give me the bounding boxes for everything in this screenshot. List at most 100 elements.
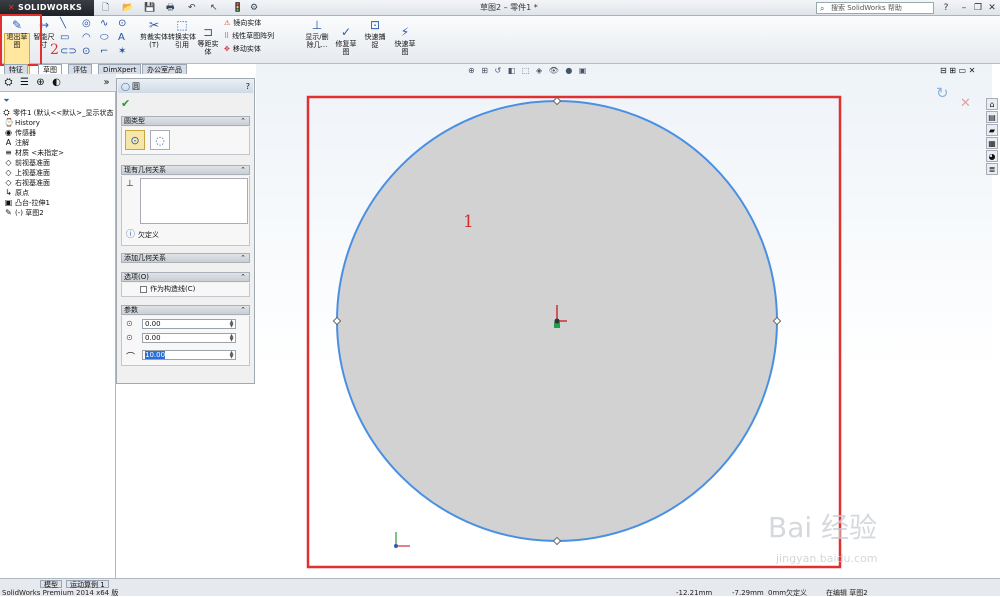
watermark: Bai 经验	[768, 511, 878, 544]
tree-item-annotations[interactable]: A 注解	[4, 138, 29, 148]
property-manager-icon[interactable]: ☰	[18, 76, 31, 89]
section-parameters[interactable]: 参数 ⌃	[121, 305, 250, 315]
custom-properties-icon[interactable]: ≣	[986, 163, 998, 175]
spinner-icon[interactable]: ▲ ▼	[228, 334, 235, 343]
relations-list[interactable]	[140, 178, 248, 224]
spinner-icon[interactable]: ▲ ▼	[228, 351, 235, 360]
sketch-canvas[interactable]: 1	[256, 64, 992, 578]
mirror-icon: ⚠	[224, 19, 231, 27]
tab-features[interactable]: 特征	[4, 64, 28, 74]
restore-button[interactable]: ❐	[972, 2, 984, 14]
radius-field[interactable]: 10.00 ▲ ▼	[142, 350, 236, 360]
appearances-icon[interactable]: ◕	[986, 150, 998, 162]
tree-item-sensors[interactable]: ◉ 传感器	[4, 128, 36, 138]
fillet-icon[interactable]: ⌐	[100, 46, 108, 57]
tree-item-top-plane[interactable]: ◇ 上视基准面	[4, 168, 50, 178]
radius-icon: ⌒	[126, 353, 136, 363]
config-manager-icon[interactable]: ⊕	[34, 76, 47, 89]
spline-icon[interactable]: ∿	[100, 18, 108, 29]
tab-motion-study[interactable]: 运动算例 1	[66, 580, 109, 589]
spinner-icon[interactable]: ▲ ▼	[228, 320, 235, 329]
trim-entities-button[interactable]: ✂ 剪裁实体(T)	[140, 18, 168, 50]
watermark-url: jingyan.baidu.com	[776, 552, 878, 565]
ok-check-icon[interactable]: ✔	[121, 97, 130, 110]
section-circle-type[interactable]: 圆类型 ⌃	[121, 116, 250, 126]
close-button[interactable]: ✕	[986, 2, 998, 14]
home-icon[interactable]: ⌂	[986, 98, 998, 110]
minimize-button[interactable]: –	[958, 2, 970, 14]
construction-checkbox[interactable]	[140, 286, 147, 293]
view-controls-icon[interactable]: ⊟ ⊞ ▭ ✕	[940, 66, 975, 75]
display-delete-relations-button[interactable]: ⊥ 显示/删除几...	[302, 19, 332, 50]
tree-item-history[interactable]: ⌚History	[4, 118, 40, 128]
display-manager-icon[interactable]: ◐	[50, 76, 63, 89]
filter-icon[interactable]: ⏷	[2, 96, 13, 106]
save-icon[interactable]: 💾	[144, 2, 155, 14]
slot-icon[interactable]: ⊂⊃	[60, 46, 77, 57]
move-entities-button[interactable]: ✥ 移动实体	[224, 44, 261, 55]
section-options[interactable]: 选项(O) ⌃	[121, 272, 250, 282]
center-x-field[interactable]: 0.00 ▲ ▼	[142, 319, 236, 329]
tree-item-right-plane[interactable]: ◇ 右视基准面	[4, 178, 50, 188]
help-search-input[interactable]: ⌕ 搜索 SolidWorks 帮助	[816, 2, 934, 14]
options-icon[interactable]: ⚙	[250, 2, 258, 14]
print-icon[interactable]: 🖶	[166, 2, 175, 14]
plane-icon[interactable]: ✶	[118, 46, 126, 57]
view-palette-icon[interactable]: ▦	[986, 137, 998, 149]
folder-icon[interactable]: ▰	[986, 124, 998, 136]
cancel-corner-icon[interactable]: ✕	[960, 96, 971, 111]
tab-sketch[interactable]: 草图	[38, 64, 62, 74]
polygon-icon[interactable]: ⊙	[82, 46, 90, 57]
circle-property-manager: ◯ 圆? ✔ 圆类型 ⌃ ⊙ ◌ 现有几何关系 ⌃ ⊥ ⓘ 欠定义 添加几何关系 ⌃ 选项…	[116, 78, 255, 384]
trim-icon: ✂	[148, 18, 160, 32]
offset-entities-button[interactable]: ⊐ 等距实体	[196, 26, 220, 57]
text-icon[interactable]: A	[118, 32, 125, 43]
tab-office-products[interactable]: 办公室产品	[142, 64, 187, 74]
task-pane-strip: ⌂ ▤ ▰ ▦ ◕ ≣	[986, 98, 1000, 178]
section-add-relations[interactable]: 添加几何关系 ⌃	[121, 253, 250, 263]
linear-pattern-button[interactable]: ⠿ 线性草图阵列	[224, 31, 274, 42]
tree-item-material[interactable]: ≡ 材质 <未指定>	[4, 148, 64, 158]
tree-item-sketch2[interactable]: ✎ (-) 草图2	[4, 208, 44, 218]
mirror-entities-button[interactable]: ⚠ 镜向实体	[224, 18, 261, 29]
arc-icon[interactable]: ◠	[82, 32, 91, 43]
quick-snaps-button[interactable]: ⊡ 快速捕捉	[362, 19, 388, 50]
circle-tool-icon[interactable]: ◎	[82, 18, 91, 29]
graphics-area[interactable]: ⊕ ⊞ ↺ ◧ ⬚ ◈ 👁 ● ▣ 1 ⊟ ⊞ ▭ ✕ ↻ ✕	[256, 64, 992, 578]
convert-entities-button[interactable]: ⬚ 转换实体引用	[168, 19, 196, 50]
undo-icon[interactable]: ↶	[188, 2, 196, 14]
rapid-sketch-button[interactable]: ⚡ 快速草图	[392, 25, 418, 57]
tree-item-extrude[interactable]: ▣ 凸台-拉伸1	[4, 198, 50, 208]
feature-tree-icon[interactable]: ⛭	[2, 76, 15, 89]
tree-item-front-plane[interactable]: ◇ 前视基准面	[4, 158, 50, 168]
repair-sketch-button[interactable]: ✓ 修复草图	[334, 26, 358, 57]
plane-icon: ◇	[5, 158, 12, 167]
center-circle-icon[interactable]: ⊙	[125, 130, 145, 150]
ellipse-icon[interactable]: ⬭	[100, 32, 109, 43]
tab-dimxpert[interactable]: DimXpert	[98, 64, 142, 74]
perimeter-circle-icon[interactable]: ◌	[150, 130, 170, 150]
origin-icon: ↳	[5, 188, 12, 197]
expand-panel-icon[interactable]: »	[100, 76, 113, 89]
title-bar: ✕ SOLIDWORKS 🗋 📂 💾 🖶 ↶ ↖ 🚦 ⚙ 草图2 – 零件1 * …	[0, 0, 1000, 16]
help-icon[interactable]: ?	[246, 80, 250, 93]
select-icon[interactable]: ↖	[210, 2, 218, 14]
open-file-icon[interactable]: 📂	[122, 2, 133, 14]
tree-root[interactable]: ⛭ 零件1 (默认<<默认>_显示状态	[2, 108, 113, 118]
tree-item-origin[interactable]: ↳ 原点	[4, 188, 29, 198]
parameters-body: ⊙ 0.00 ▲ ▼ ⊙ 0.00 ▲ ▼ ⌒ 10.00 ▲ ▼	[121, 316, 250, 366]
rapid-sketch-icon: ⚡	[400, 25, 410, 39]
confirmation-corner-icon[interactable]: ↻	[936, 84, 949, 102]
tab-evaluate[interactable]: 评估	[68, 64, 92, 74]
library-icon[interactable]: ▤	[986, 111, 998, 123]
relation-icon: ⊥	[126, 179, 134, 189]
new-file-icon[interactable]: 🗋	[102, 2, 109, 14]
line-icon[interactable]: ╲	[60, 18, 66, 29]
help-icon[interactable]: ?	[940, 2, 952, 14]
section-existing-relations[interactable]: 现有几何关系 ⌃	[121, 165, 250, 175]
rectangle-icon[interactable]: ▭	[60, 32, 69, 43]
tab-model[interactable]: 模型	[40, 580, 62, 589]
rebuild-icon[interactable]: 🚦	[232, 2, 243, 14]
center-y-field[interactable]: 0.00 ▲ ▼	[142, 333, 236, 343]
point-icon[interactable]: ⊙	[118, 18, 126, 29]
